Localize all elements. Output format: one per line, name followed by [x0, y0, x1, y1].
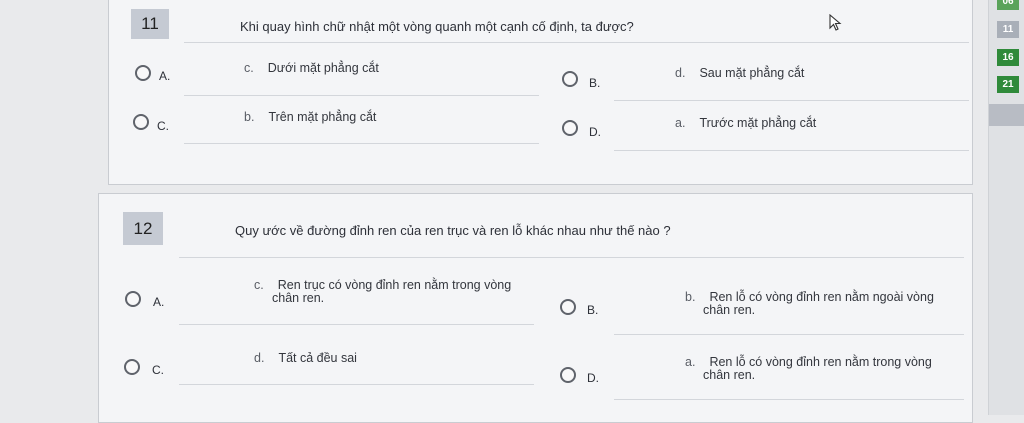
option-d-answer: a. Ren lỗ có vòng đỉnh ren nằm trong vòng… — [685, 356, 932, 382]
option-text-continuation: chân ren. — [272, 291, 325, 305]
option-letter: A. — [159, 69, 171, 83]
option-b-answer: b. Ren lỗ có vòng đỉnh ren nằm ngoài vòng… — [685, 291, 934, 317]
option-letter: B. — [587, 303, 599, 317]
question-number: 12 — [123, 212, 163, 245]
question-text: Quy ước về đường đỉnh ren của ren trục v… — [235, 223, 671, 238]
question-card-11: 11 Khi quay hình chữ nhật một vòng quanh… — [108, 0, 973, 185]
option-text: Sau mặt phẳng cắt — [699, 66, 805, 80]
option-prefix: b. — [685, 290, 696, 304]
radio-option-c[interactable] — [133, 114, 149, 130]
option-text: Ren lỗ có vòng đỉnh ren nằm ngoài vòng — [709, 290, 934, 304]
radio-option-a[interactable] — [125, 291, 141, 307]
option-text: Tất cả đều sai — [278, 351, 357, 365]
option-a-answer: c. Ren trục có vòng đỉnh ren nằm trong vò… — [254, 279, 511, 305]
question-text: Khi quay hình chữ nhật một vòng quanh mộ… — [240, 19, 634, 34]
option-c-answer: b. Trên mặt phẳng cắt — [244, 111, 376, 124]
option-letter: D. — [587, 371, 599, 385]
option-prefix: b. — [244, 110, 255, 124]
question-card-12: 12 Quy ước về đường đỉnh ren của ren trụ… — [98, 193, 973, 423]
option-a-answer: c. Dưới mặt phẳng cắt — [244, 62, 379, 75]
option-prefix: c. — [254, 278, 264, 292]
option-letter: D. — [589, 125, 601, 139]
option-text-continuation: chân ren. — [703, 303, 756, 317]
option-text-continuation: chân ren. — [703, 368, 756, 382]
radio-option-a[interactable] — [135, 65, 151, 81]
radio-option-d[interactable] — [562, 120, 578, 136]
option-prefix: a. — [675, 116, 686, 130]
nav-question-11[interactable]: 11 — [997, 21, 1019, 38]
radio-option-b[interactable] — [562, 71, 578, 87]
nav-question-06[interactable]: 06 — [997, 0, 1019, 10]
option-text: Trước mặt phẳng cắt — [699, 116, 817, 130]
option-b-answer: d. Sau mặt phẳng cắt — [675, 67, 804, 80]
option-c-answer: d. Tất cả đều sai — [254, 352, 357, 365]
radio-option-d[interactable] — [560, 367, 576, 383]
option-prefix: a. — [685, 355, 696, 369]
question-navigator: 06 11 16 21 — [988, 0, 1024, 415]
option-prefix: d. — [254, 351, 265, 365]
option-letter: B. — [589, 76, 601, 90]
radio-option-b[interactable] — [560, 299, 576, 315]
question-number: 11 — [131, 9, 169, 39]
option-d-answer: a. Trước mặt phẳng cắt — [675, 117, 816, 130]
navigator-highlight-band — [989, 104, 1024, 126]
option-text: Trên mặt phẳng cắt — [268, 110, 377, 124]
nav-question-21[interactable]: 21 — [997, 76, 1019, 93]
nav-question-16[interactable]: 16 — [997, 49, 1019, 66]
option-letter: C. — [152, 363, 164, 377]
option-letter: A. — [153, 295, 165, 309]
mouse-pointer-icon — [829, 14, 842, 31]
option-text: Ren trục có vòng đỉnh ren nằm trong vòng — [277, 278, 512, 292]
option-letter: C. — [157, 119, 169, 133]
option-prefix: d. — [675, 66, 686, 80]
option-text: Ren lỗ có vòng đỉnh ren nằm trong vòng — [709, 355, 932, 369]
option-prefix: c. — [244, 61, 254, 75]
option-text: Dưới mặt phẳng cắt — [267, 61, 379, 75]
radio-option-c[interactable] — [124, 359, 140, 375]
